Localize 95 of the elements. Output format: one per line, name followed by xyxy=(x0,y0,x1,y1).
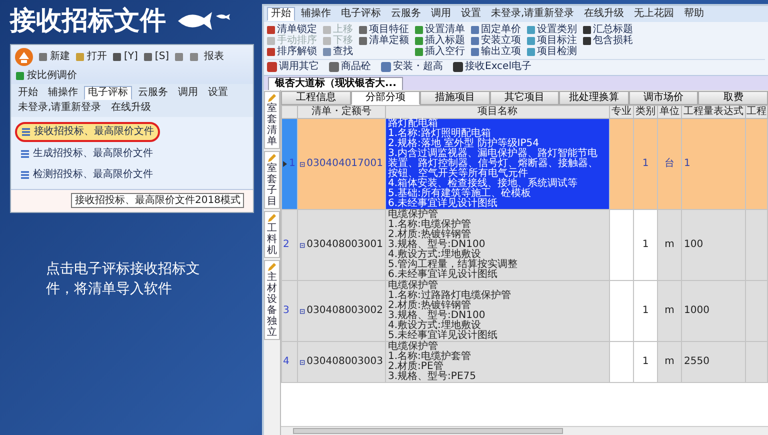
row-number: 1 xyxy=(289,159,296,169)
sheet-tab[interactable]: 批处理换算 xyxy=(559,91,629,105)
toolbar-button[interactable]: 设置清单 xyxy=(415,24,465,35)
toolbar-button[interactable]: 清单锁定 xyxy=(267,24,317,35)
column-header: 专业 xyxy=(610,106,634,118)
toolbar-button[interactable]: 项目检测 xyxy=(527,46,577,57)
toolbar-button[interactable]: 安装立项 xyxy=(471,35,521,46)
toolbar-button[interactable]: 输出立项 xyxy=(471,46,521,57)
table-row[interactable]: 2 030408003001 电缆保护管 1.名称:电缆保护管 2.材质:热镀锌钢管 3.规格、型号:DN100 4.敷设方式:埋地敷设 5.管沟工程量，结算按实调整 6.未经事宜详见设计图纸 1 m 100 xyxy=(282,210,768,280)
ribbon-tab[interactable]: 开始 xyxy=(267,7,295,21)
quick-access-button[interactable]: [Y] xyxy=(111,51,139,63)
caption-text: 点击电子评标接收招标文件，将清单导入软件 xyxy=(46,260,201,299)
column-header: 清单・定额号 xyxy=(298,106,386,118)
ribbon-tab[interactable]: 调用 xyxy=(174,86,202,100)
table-cell: 1 xyxy=(634,280,658,342)
side-tab[interactable]: 工料机 xyxy=(264,211,280,258)
column-header: 项目名称 xyxy=(386,106,610,118)
item-description: 电缆保护管 1.名称:电缆保护管 2.材质:热镀锌钢管 3.规格、型号:DN100 4.敷设方式:埋地敷设 5.管沟工程量，结算按实调整 6.未经事宜详见设计图纸 xyxy=(386,210,610,280)
column-header: 工程量表达式 xyxy=(682,106,746,118)
table-cell: m xyxy=(658,210,682,280)
column-header: 工程 xyxy=(746,106,768,118)
ribbon-tab[interactable]: 调用 xyxy=(427,7,455,21)
ribbon-tab[interactable]: 辅操作 xyxy=(297,7,335,21)
table-cell: 1 xyxy=(634,210,658,280)
quick-access-button[interactable]: 新建 xyxy=(37,51,71,63)
table-row[interactable]: 1 030404017001 路灯配电箱 1.名称:路灯照明配电箱 2.规格:落地 室外型 防护等级IP54 3.内含过调监视器、漏电保护器、路灯智能节电装置、路灯控制器、信号灯、熔断器、接触器、按钮、空气开关等所有电气元件 4.箱体安装、检查接线、接地、系统调试等 5.基础:所有建筑等施工、砼模板 6.未经事宜详见设计图纸 1 台 1 xyxy=(282,118,768,210)
row-number: 4 xyxy=(283,357,290,367)
slide-title: 接收招标文件 xyxy=(10,5,166,38)
toolbar-button[interactable]: 设置类别 xyxy=(527,24,577,35)
ribbon-tab[interactable]: 电子评标 xyxy=(84,86,132,100)
toolbar-button[interactable]: 项目特征 xyxy=(359,24,409,35)
table-cell: 1 xyxy=(634,118,658,210)
document-tab[interactable]: 银杏大道标（现状银杏大... xyxy=(268,77,404,90)
toolbar-button[interactable]: 包含损耗 xyxy=(583,35,633,46)
row-number: 2 xyxy=(283,240,290,250)
table-cell: 1 xyxy=(634,342,658,382)
ribbon-tab[interactable]: 云服务 xyxy=(134,86,172,100)
table-cell: 100 xyxy=(682,210,746,280)
ribbon-tab[interactable]: 未登录,请重新登录 xyxy=(487,7,578,21)
ribbon-tab[interactable]: 电子评标 xyxy=(337,7,385,21)
toolbar-button[interactable]: 排序解锁 xyxy=(267,46,317,57)
column-header: 单位 xyxy=(658,106,682,118)
ribbon-tab[interactable]: 设置 xyxy=(204,86,232,100)
sheet-tab[interactable]: 取费 xyxy=(698,91,768,105)
table-cell: 030408003003 xyxy=(306,357,383,367)
table-cell: m xyxy=(658,280,682,342)
ribbon-tab[interactable]: 在线升级 xyxy=(580,7,628,21)
ribbon-tab[interactable]: 无上花园 xyxy=(630,7,678,21)
side-tab[interactable]: 室套子目 xyxy=(264,151,280,209)
ribbon-tab[interactable]: 云服务 xyxy=(387,7,425,21)
side-tab[interactable]: 主材设备独立 xyxy=(264,260,280,340)
sheet-tab[interactable]: 分部分项 xyxy=(350,91,420,105)
table-cell: 030404017001 xyxy=(306,159,383,169)
column-header: 类别 xyxy=(634,106,658,118)
toolbar-button[interactable]: 插入标题 xyxy=(415,35,465,46)
row-number: 3 xyxy=(283,306,290,316)
ribbon-button[interactable]: 生成招投标、最高限价文件 xyxy=(15,145,158,163)
toolbar-button[interactable]: 汇总标题 xyxy=(583,24,633,35)
toolbar-button[interactable]: 调用其它 xyxy=(267,61,319,73)
item-description: 电缆保护管 1.名称:电缆护套管 2.材质:PE管 3.规格、型号:PE75 xyxy=(386,342,610,382)
quick-access-button[interactable]: [S] xyxy=(142,51,170,63)
quick-access-button[interactable]: 报表 xyxy=(203,51,226,63)
toolbar-button[interactable]: 安装・超高 xyxy=(381,61,443,73)
toolbar-button[interactable]: 接收Excel电子 xyxy=(453,61,532,73)
ribbon-tab[interactable]: 帮助 xyxy=(680,7,708,21)
toolbar-button[interactable]: 商品砼 xyxy=(329,61,371,73)
quick-access-button[interactable]: 打开 xyxy=(74,51,108,63)
sheet-tab[interactable]: 工程信息 xyxy=(281,91,351,105)
sheet-tab[interactable]: 其它项目 xyxy=(490,91,560,105)
table-cell: 1000 xyxy=(682,280,746,342)
ribbon-tab[interactable]: 未登录,请重新登录 xyxy=(14,101,106,115)
ribbon-button[interactable]: 检测招投标、最高限价文件 xyxy=(15,166,158,184)
sheet-tab[interactable]: 调市场价 xyxy=(628,91,698,105)
quick-access-button[interactable]: 按比例调价 xyxy=(14,70,78,82)
toolbar-button[interactable]: 查找 xyxy=(323,46,353,57)
toolbar-button[interactable]: 固定单价 xyxy=(471,24,521,35)
toolbar-button[interactable]: 清单定额 xyxy=(359,35,409,46)
table-cell: 1 xyxy=(682,118,746,210)
toolbar-button[interactable]: 项目标注 xyxy=(527,35,577,46)
sheet-tab[interactable]: 措施项目 xyxy=(420,91,490,105)
item-description: 电缆保护管 1.名称:过路路灯电缆保护管 2.材质:热镀锌钢管 3.规格、型号:DN100 4.敷设方式:埋地敷设 5.未经事宜详见设计图纸 xyxy=(386,280,610,342)
toolbar-button[interactable]: 插入空行 xyxy=(415,46,465,57)
item-description: 路灯配电箱 1.名称:路灯照明配电箱 2.规格:落地 室外型 防护等级IP54 3.内含过调监视器、漏电保护器、路灯智能节电装置、路灯控制器、信号灯、熔断器、接触器、按钮、空气开关等所有电气元件 4.箱体安装、检查接线、接地、系统调试等 5.基础:所有建筑等施工、砼模板 6.未经事宜详见设计图纸 xyxy=(386,118,610,210)
ribbon-tab[interactable]: 在线升级 xyxy=(107,101,156,115)
table-cell: 台 xyxy=(658,118,682,210)
ribbon-tab[interactable]: 辅操作 xyxy=(44,86,82,100)
table-cell: 030408003002 xyxy=(306,306,383,316)
table-cell: 030408003001 xyxy=(306,240,383,250)
tooltip: 接收招投标、最高限价文件2018模式 xyxy=(71,193,244,208)
ribbon-tab[interactable]: 设置 xyxy=(457,7,485,21)
side-tab[interactable]: 室套清单 xyxy=(264,91,280,149)
table-cell: 2550 xyxy=(682,342,746,382)
ribbon-button[interactable]: 接收招投标、最高限价文件 xyxy=(15,122,160,142)
table-cell: m xyxy=(658,342,682,382)
ribbon-tab[interactable]: 开始 xyxy=(14,86,42,100)
